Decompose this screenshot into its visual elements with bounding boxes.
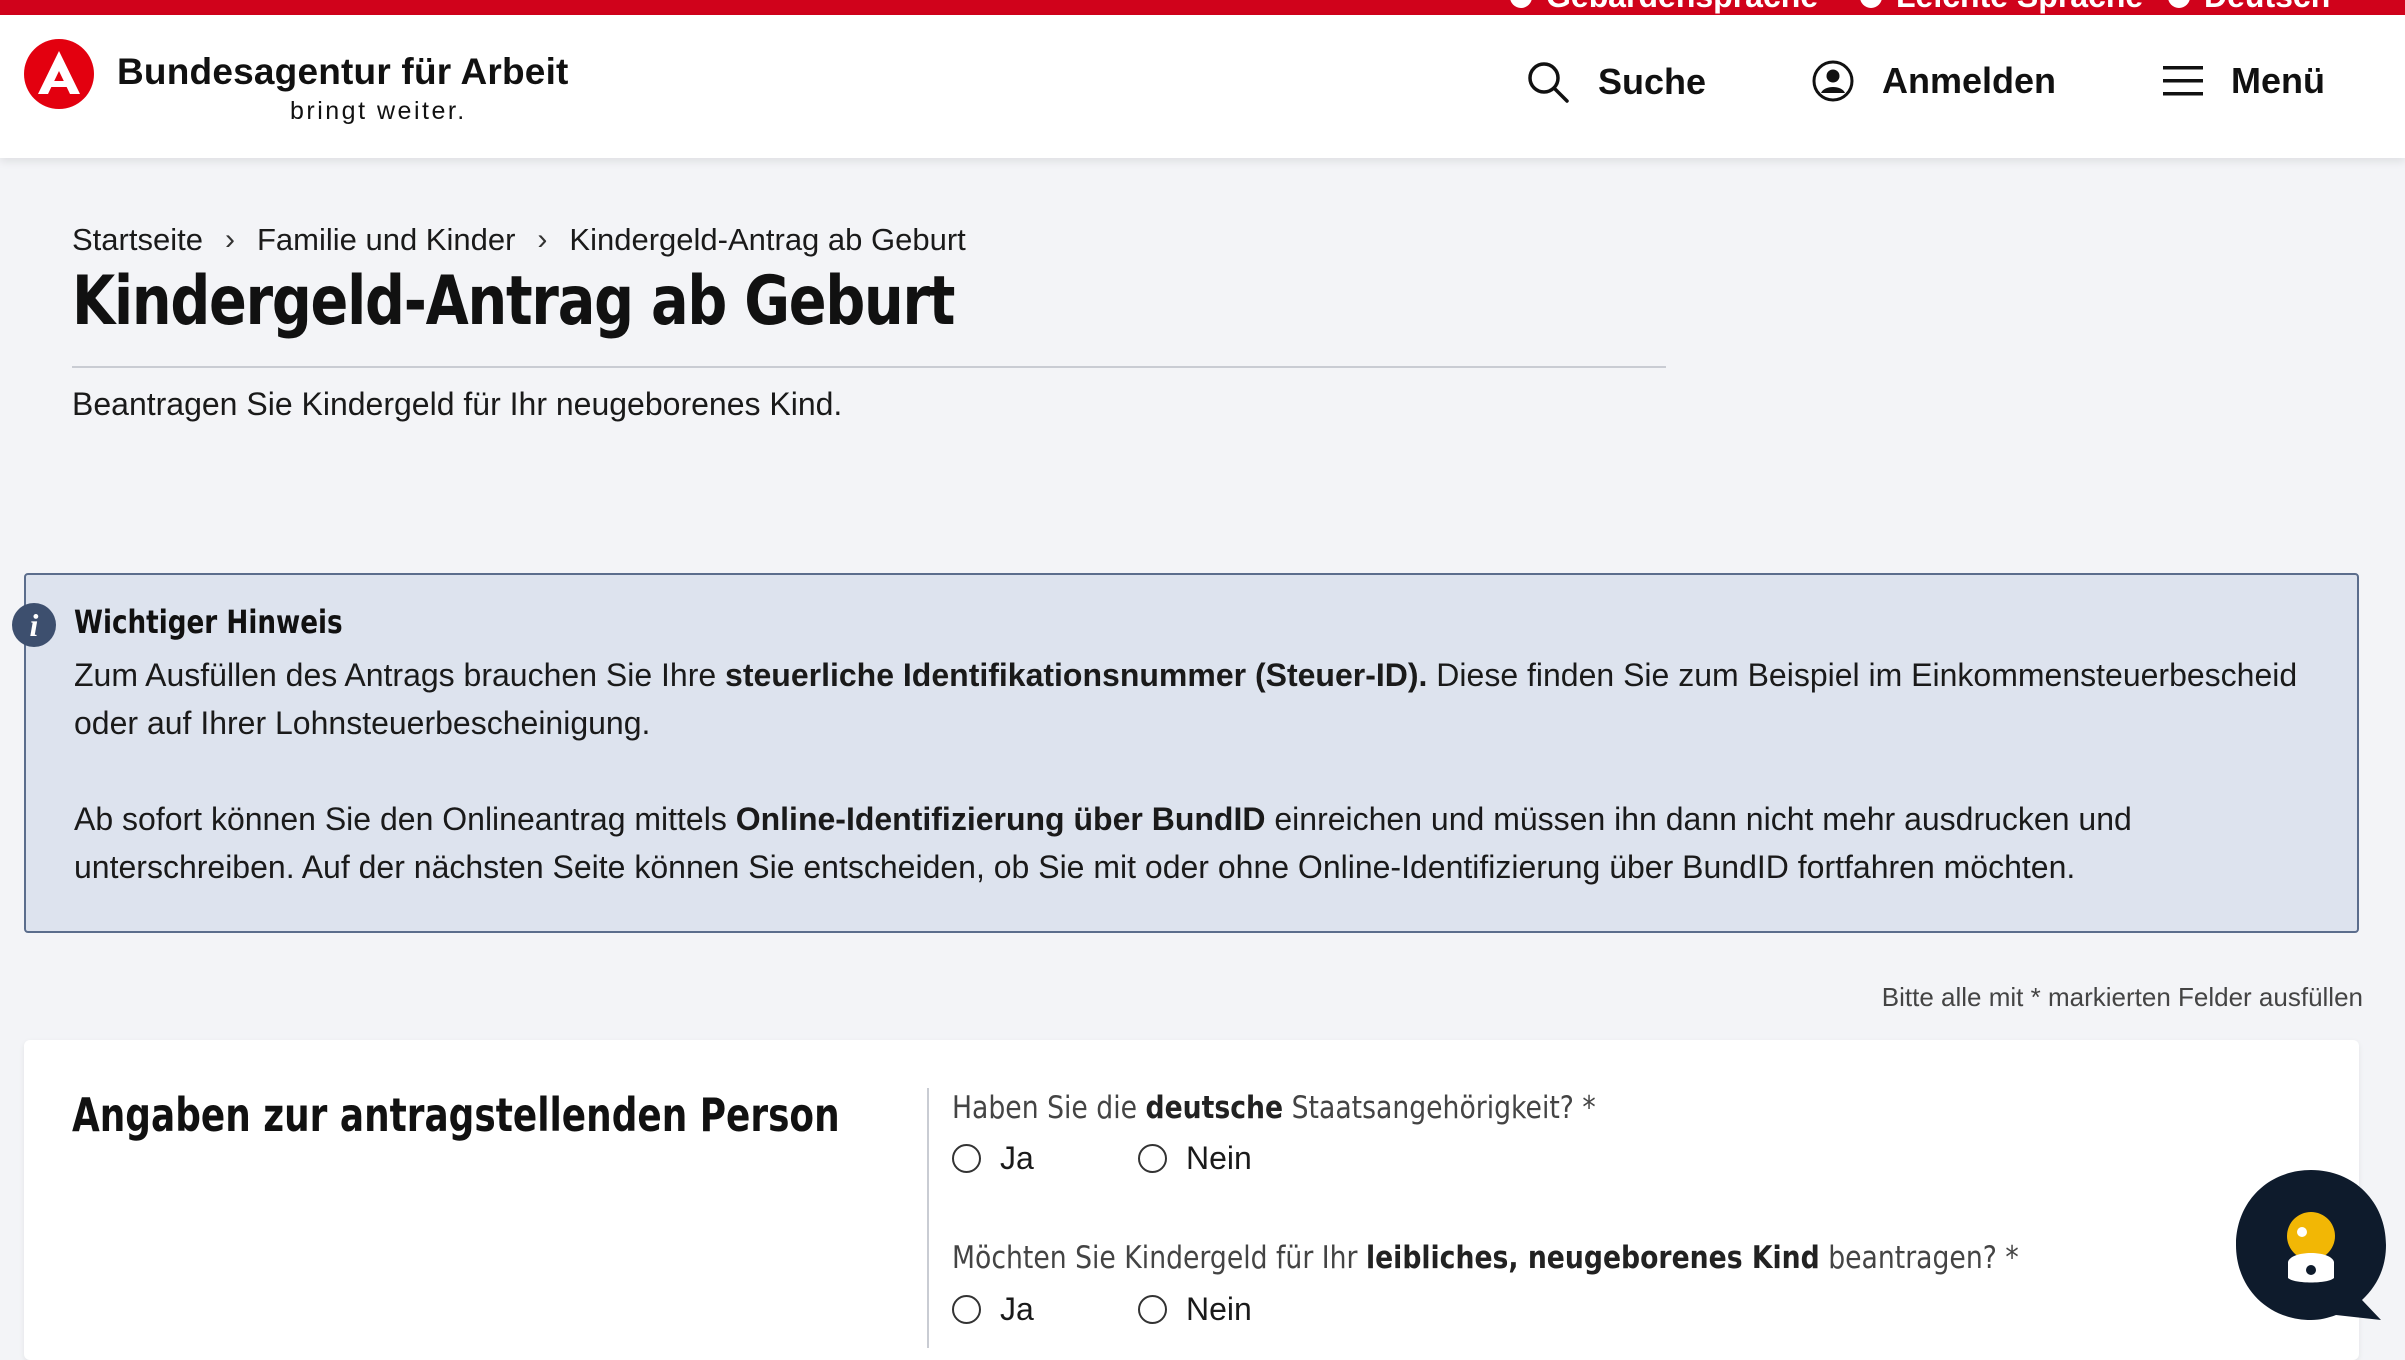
required-fields-hint: Bitte alle mit * markierten Felder ausfü…	[1881, 982, 2363, 1012]
title-divider	[72, 366, 1666, 368]
breadcrumb-item-family[interactable]: Familie und Kinder	[257, 222, 515, 258]
language-selector[interactable]: Deutsch	[2168, 0, 2330, 15]
nationality-radio-yes[interactable]: Ja	[952, 1140, 1138, 1177]
notice-paragraph-bundid: Ab sofort können Sie den Onlineantrag mi…	[74, 801, 2132, 885]
chevron-right-icon: ›	[537, 223, 548, 256]
brand-slogan: bringt weiter.	[290, 97, 467, 125]
radio-label: Nein	[1186, 1140, 1252, 1176]
radio-circle[interactable]	[952, 1144, 981, 1173]
breadcrumb-item-home[interactable]: Startseite	[72, 222, 203, 258]
login-label: Anmelden	[1882, 60, 2057, 101]
section-title: Angaben zur antragstellenden Person	[72, 1088, 840, 1142]
nationality-radio-no[interactable]: Nein	[1138, 1140, 1252, 1177]
brand-name: Bundesagentur für Arbeit	[117, 51, 569, 92]
question-biological-child: Möchten Sie Kindergeld für Ihr leibliche…	[952, 1240, 2019, 1276]
radio-label: Ja	[1000, 1140, 1034, 1176]
globe-icon	[2168, 0, 2190, 8]
question-nationality: Haben Sie die deutsche Staatsangehörigke…	[952, 1090, 1596, 1126]
site-header: Bundesagentur für Arbeit bringt weiter. …	[0, 15, 2405, 158]
radio-circle[interactable]	[1138, 1295, 1167, 1324]
search-icon	[1528, 62, 1569, 103]
breadcrumb-item-current: Kindergeld-Antrag ab Geburt	[569, 222, 966, 257]
hand-icon	[1510, 0, 1532, 8]
chevron-right-icon: ›	[224, 223, 235, 256]
important-notice: i Wichtiger Hinweis Zum Ausfüllen des An…	[12, 573, 2359, 933]
utility-bar: Gebärdensprache Leichte Sprache Deutsch	[0, 0, 2405, 15]
notice-paragraph-tax-id: Zum Ausfüllen des Antrags brauchen Sie I…	[74, 657, 2298, 741]
child-radio-group: Ja Nein	[952, 1291, 1252, 1328]
breadcrumb: Startseite › Familie und Kinder › Kinder…	[72, 222, 966, 258]
page-intro: Beantragen Sie Kindergeld für Ihr neugeb…	[72, 386, 843, 422]
language-label: Deutsch	[2204, 0, 2330, 15]
notice-title: Wichtiger Hinweis	[74, 603, 343, 641]
radio-circle[interactable]	[1138, 1144, 1167, 1173]
search-label: Suche	[1598, 61, 1707, 102]
radio-label: Nein	[1186, 1291, 1252, 1327]
page-title: Kindergeld-Antrag ab Geburt	[72, 262, 955, 341]
login-button[interactable]: Anmelden	[1812, 60, 2056, 102]
user-circle-icon	[1812, 60, 1854, 102]
nationality-radio-group: Ja Nein	[952, 1140, 1252, 1177]
section-divider	[927, 1088, 929, 1348]
ba-logo-icon[interactable]	[24, 39, 94, 109]
book-icon	[1860, 0, 1882, 8]
info-icon: i	[12, 603, 56, 647]
utility-link-label: Gebärdensprache	[1546, 0, 1818, 15]
hamburger-icon	[2163, 66, 2203, 96]
utility-link-label: Leichte Sprache	[1896, 0, 2143, 15]
child-radio-yes[interactable]: Ja	[952, 1291, 1138, 1328]
chatbot-icon[interactable]	[2236, 1170, 2386, 1320]
child-radio-no[interactable]: Nein	[1138, 1291, 1252, 1328]
search-button[interactable]: Suche	[1526, 60, 1706, 104]
menu-label: Menü	[2231, 60, 2325, 101]
menu-button[interactable]: Menü	[2163, 60, 2325, 102]
radio-circle[interactable]	[952, 1295, 981, 1324]
utility-link-easy-language[interactable]: Leichte Sprache	[1860, 0, 2143, 15]
utility-link-sign-language[interactable]: Gebärdensprache	[1510, 0, 1818, 15]
radio-label: Ja	[1000, 1291, 1034, 1327]
